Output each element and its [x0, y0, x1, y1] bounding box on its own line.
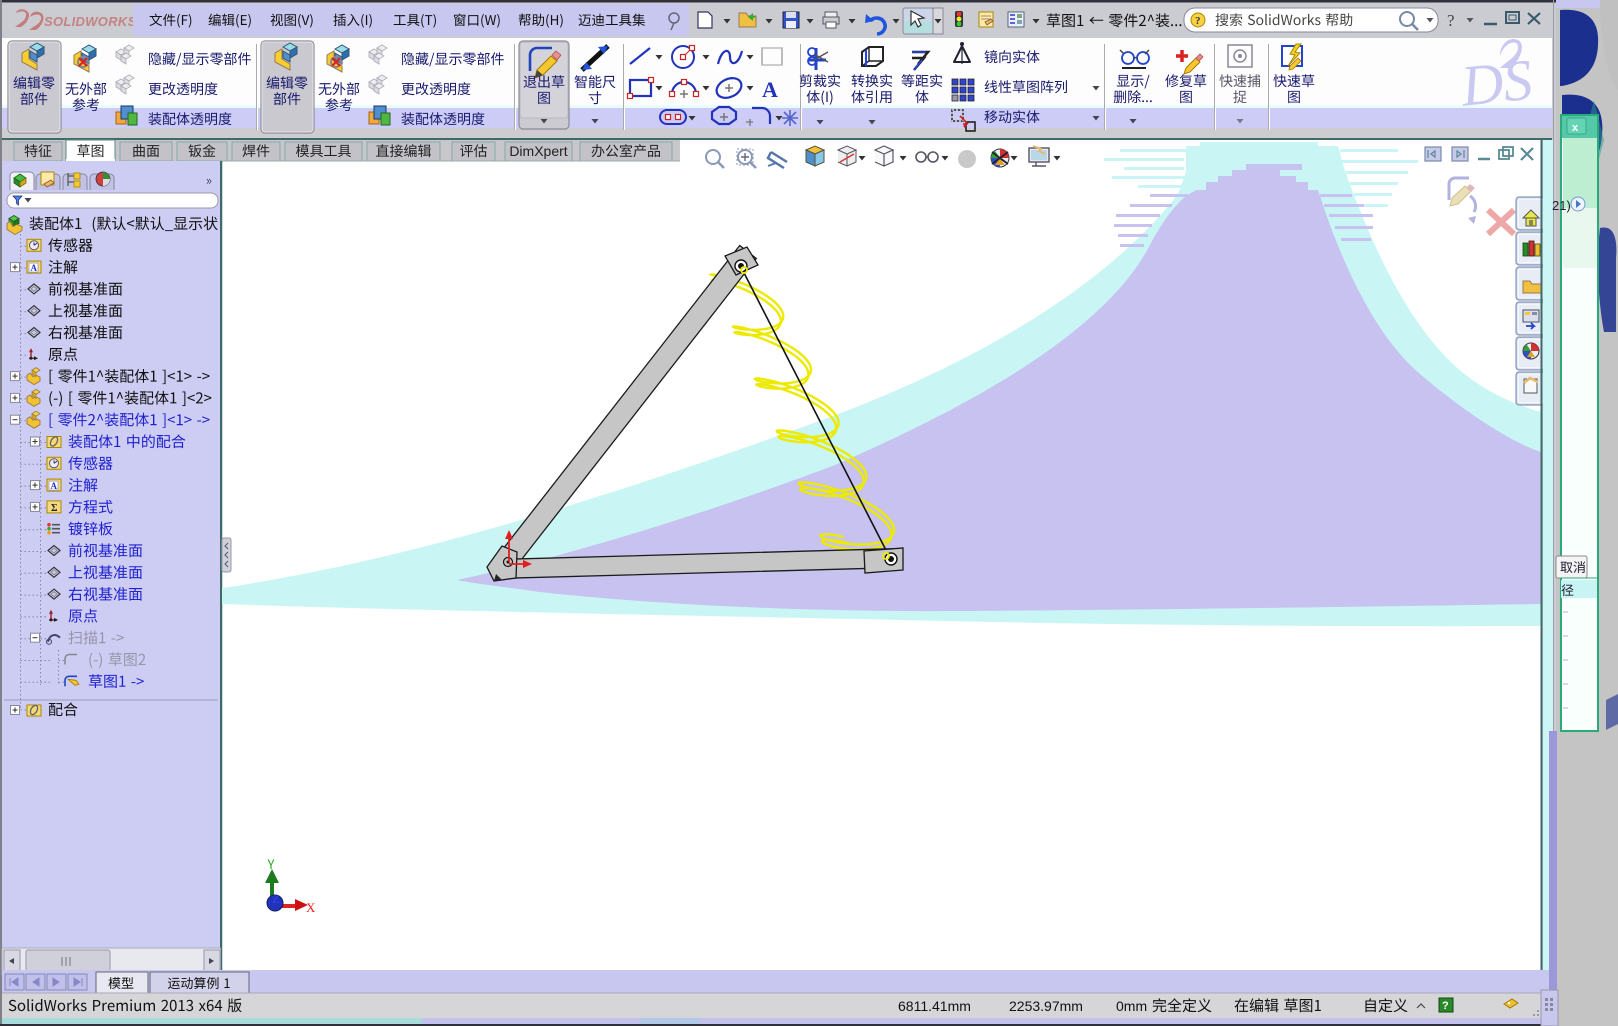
svg-text:?: ? — [1442, 1000, 1449, 1012]
svg-text:X: X — [306, 900, 316, 915]
svg-text:DimXpert: DimXpert — [509, 143, 567, 159]
svg-text:0mm: 0mm — [1116, 998, 1147, 1014]
svg-text:A: A — [51, 481, 58, 491]
svg-text:x: x — [1572, 122, 1579, 134]
svg-text:SOLIDWORKS: SOLIDWORKS — [44, 14, 137, 29]
svg-text:DS: DS — [1457, 47, 1535, 119]
svg-text:2253.97mm: 2253.97mm — [1009, 998, 1083, 1014]
svg-text:Z: Z — [272, 892, 279, 906]
svg-text:21): 21) — [1552, 198, 1571, 213]
svg-text:A: A — [762, 77, 778, 102]
svg-text:Σ: Σ — [51, 503, 58, 514]
svg-text:?: ? — [1447, 11, 1455, 30]
svg-text:A: A — [31, 263, 38, 273]
svg-text:?: ? — [1195, 15, 1201, 27]
svg-text:6811.41mm: 6811.41mm — [898, 998, 971, 1014]
